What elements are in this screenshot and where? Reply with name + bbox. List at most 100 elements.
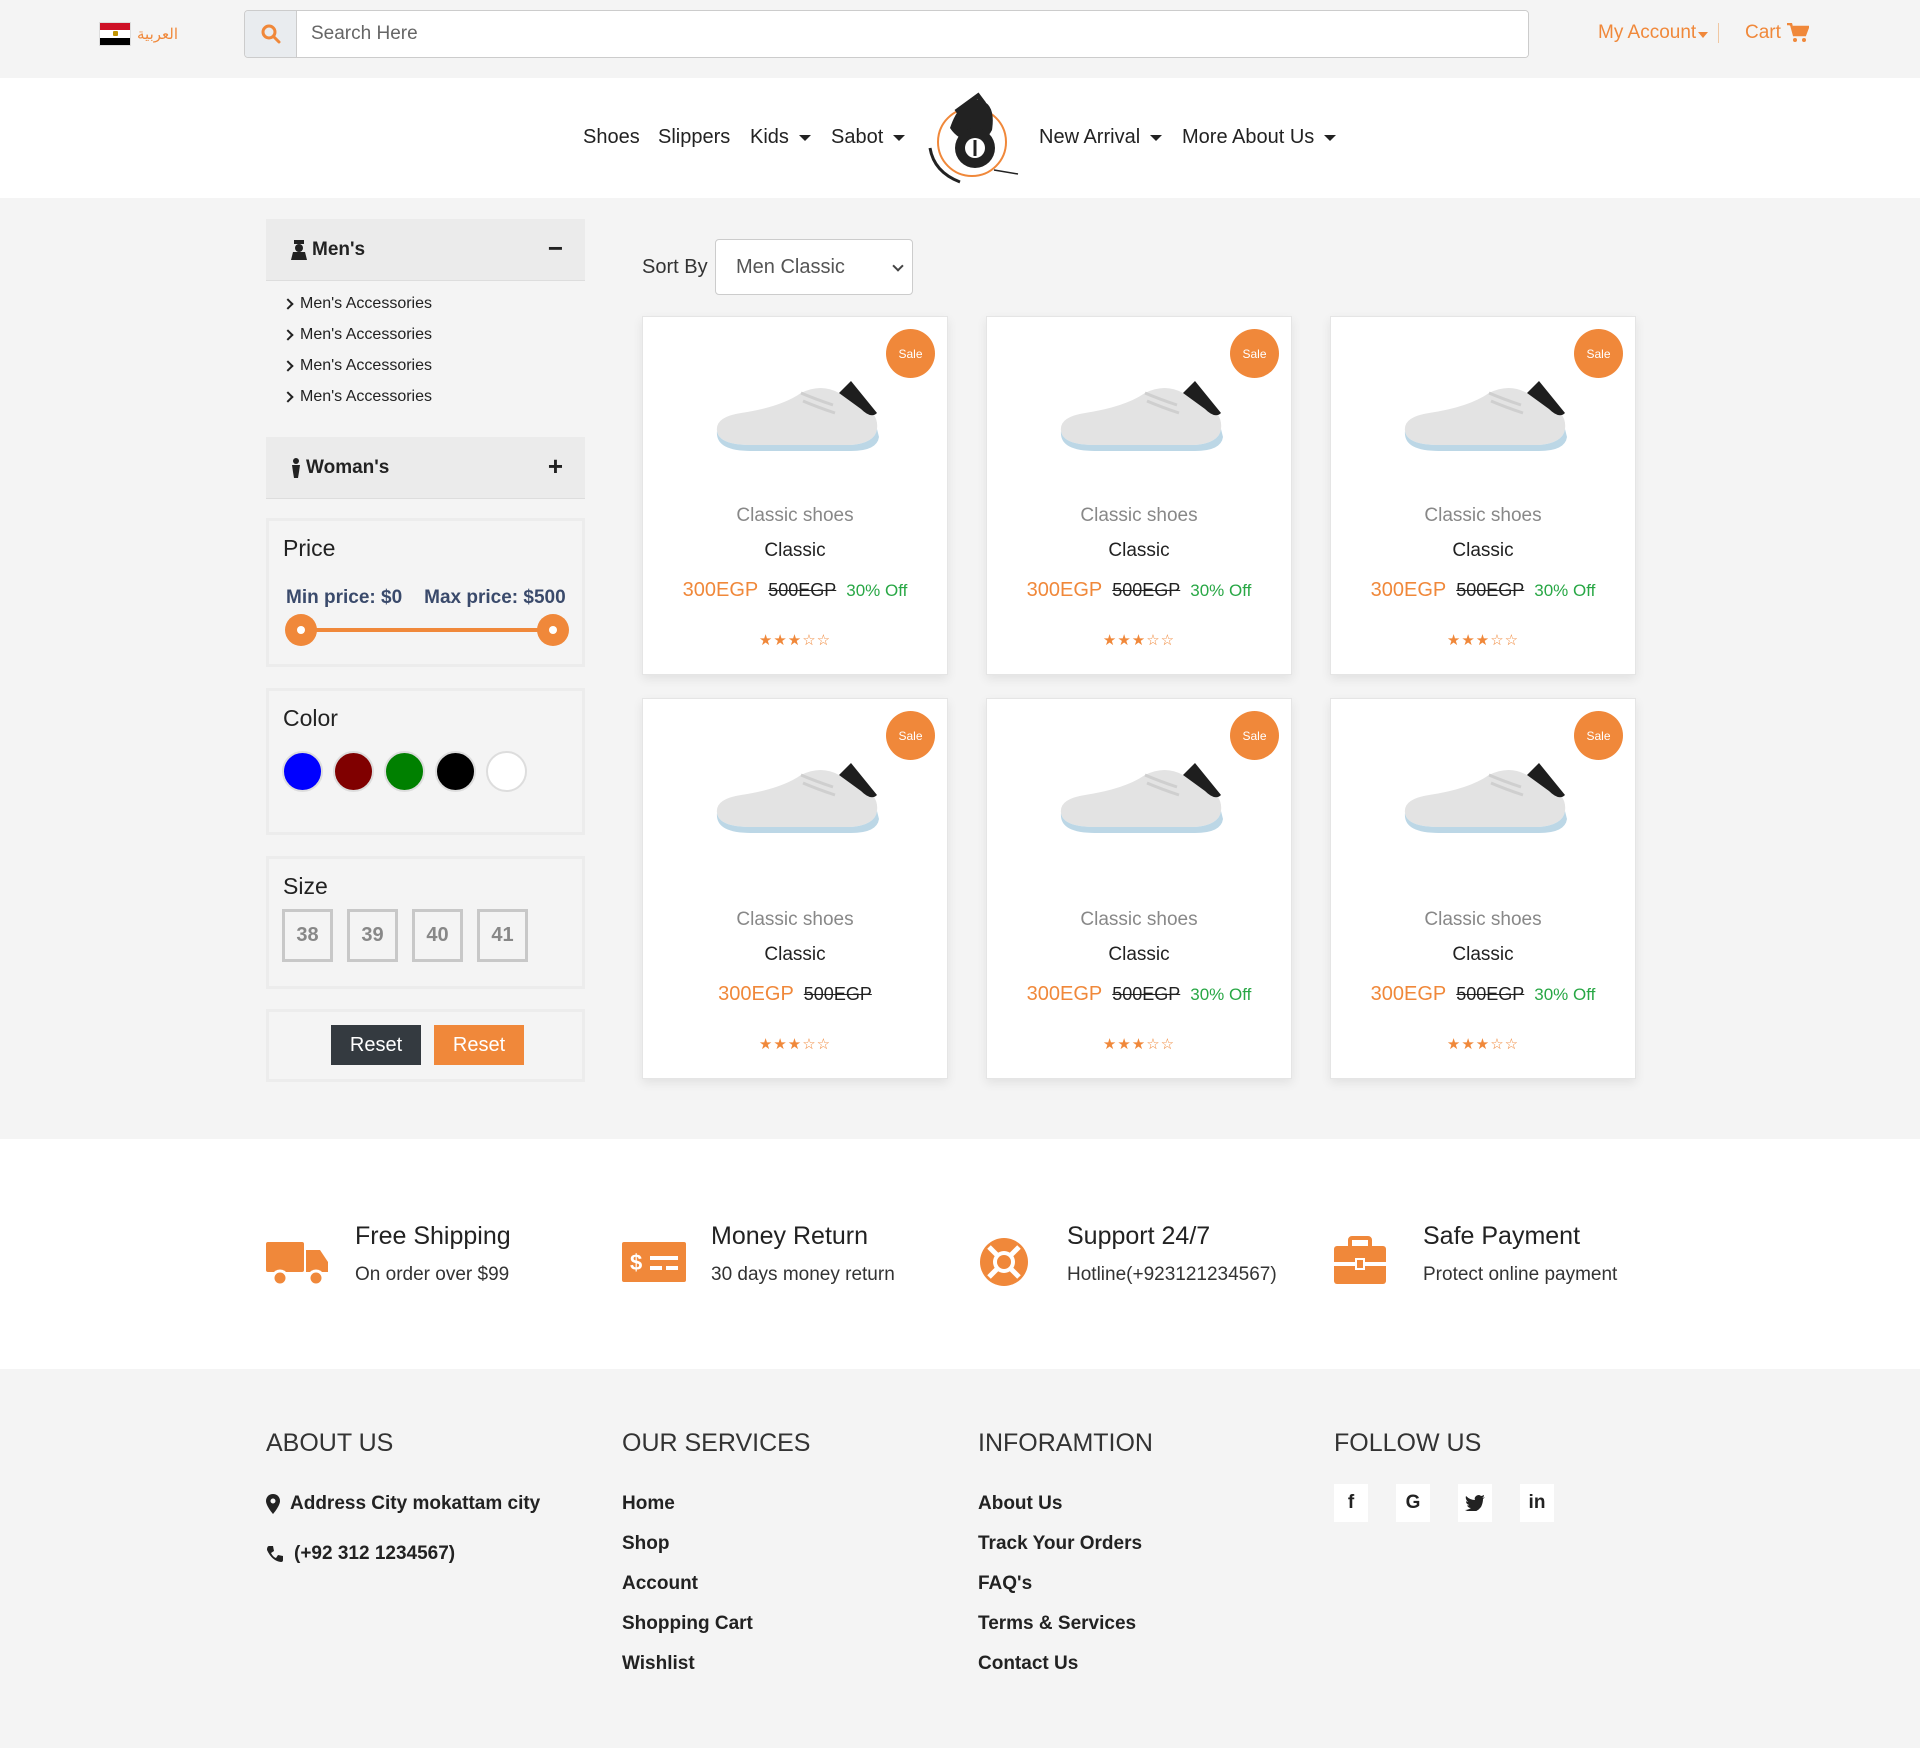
price-slider-track[interactable]: [285, 614, 569, 646]
color-swatch-black[interactable]: [435, 751, 476, 792]
egypt-flag-icon: [99, 22, 131, 46]
my-account-menu[interactable]: My Account: [1598, 22, 1720, 44]
nav-sabot[interactable]: Sabot: [831, 126, 906, 149]
womans-accordion-header[interactable]: Woman's +: [266, 437, 585, 499]
search-button[interactable]: [245, 11, 297, 57]
nav-more-about-us[interactable]: More About Us: [1182, 126, 1337, 149]
product-name[interactable]: Classic shoes: [1331, 505, 1635, 527]
size-option[interactable]: 40: [412, 909, 463, 962]
achilles-logo[interactable]: [920, 90, 1024, 188]
old-price: 500EGP: [1456, 580, 1525, 600]
product-card[interactable]: Sale Classic shoes Classic 300EGP 500EGP 30% …: [642, 316, 948, 675]
language-switch[interactable]: العربية: [99, 22, 178, 46]
money-icon: $: [622, 1242, 686, 1282]
shoe-image[interactable]: [711, 379, 881, 451]
expand-icon[interactable]: +: [548, 453, 563, 479]
footer-link-wishlist[interactable]: Wishlist: [622, 1644, 810, 1684]
my-account-label: My Account: [1598, 22, 1697, 43]
current-price: 300EGP: [1370, 983, 1447, 1005]
color-swatches: [282, 751, 527, 792]
footer-link-shop[interactable]: Shop: [622, 1524, 810, 1564]
nav-kids[interactable]: Kids: [750, 126, 811, 149]
footer-link-shopping-cart[interactable]: Shopping Cart: [622, 1604, 810, 1644]
sort-select[interactable]: Men Classic: [715, 239, 913, 295]
size-option[interactable]: 39: [347, 909, 398, 962]
product-name[interactable]: Classic shoes: [1331, 909, 1635, 931]
feature-title: Free Shipping: [355, 1222, 511, 1250]
nav-slippers[interactable]: Slippers: [658, 126, 730, 149]
max-price-label: Max price: $500: [424, 587, 566, 608]
color-swatch-white[interactable]: [486, 751, 527, 792]
footer-link-about-us[interactable]: About Us: [978, 1484, 1153, 1524]
cart-label: Cart: [1745, 22, 1781, 43]
footer-link-account[interactable]: Account: [622, 1564, 810, 1604]
size-filter: Size 38 39 40 41: [266, 856, 585, 989]
product-price: 300EGP 500EGP 30% Off: [987, 983, 1291, 1006]
reset-orange-button[interactable]: Reset: [434, 1025, 524, 1065]
list-item[interactable]: Men's Accessories: [282, 288, 432, 319]
product-price: 300EGP 500EGP 30% Off: [643, 579, 947, 602]
product-subtitle: Classic: [1108, 944, 1170, 965]
nav-shoes[interactable]: Shoes: [583, 126, 640, 149]
product-name[interactable]: Classic shoes: [987, 909, 1291, 931]
star-rating: ★★★☆☆: [1446, 1036, 1520, 1053]
star-rating: ★★★☆☆: [1446, 632, 1520, 649]
features-strip: Free Shipping On order over $99 $ Money …: [0, 1139, 1920, 1369]
footer-heading: FOLLOW US: [1334, 1429, 1482, 1457]
list-item[interactable]: Men's Accessories: [282, 381, 432, 412]
google-icon[interactable]: G: [1396, 1484, 1430, 1522]
product-card[interactable]: Sale Classic shoes Classic 300EGP 500EGP 30% …: [986, 698, 1292, 1079]
footer-link-home[interactable]: Home: [622, 1484, 810, 1524]
top-bar: العربية My Account Cart: [0, 0, 1920, 78]
footer-link-faqs[interactable]: FAQ's: [978, 1564, 1153, 1604]
old-price: 500EGP: [1112, 984, 1181, 1004]
discount-label: 30% Off: [1190, 985, 1252, 1004]
reset-button[interactable]: Reset: [331, 1025, 421, 1065]
size-option[interactable]: 38: [282, 909, 333, 962]
mens-accordion-header[interactable]: Men's −: [266, 219, 585, 281]
footer-address: Address City mokattam city: [266, 1484, 540, 1524]
footer-link-track-orders[interactable]: Track Your Orders: [978, 1524, 1153, 1564]
shoe-image[interactable]: [1055, 379, 1225, 451]
product-card[interactable]: Sale Classic shoes Classic 300EGP 500EGP ★★★☆…: [642, 698, 948, 1079]
product-card[interactable]: Sale Classic shoes Classic 300EGP 500EGP 30% …: [986, 316, 1292, 675]
footer-information: INFORAMTION About Us Track Your Orders F…: [978, 1429, 1153, 1684]
color-swatch-maroon[interactable]: [333, 751, 374, 792]
product-card[interactable]: Sale Classic shoes Classic 300EGP 500EGP 30% …: [1330, 316, 1636, 675]
footer-link-contact[interactable]: Contact Us: [978, 1644, 1153, 1684]
collapse-icon[interactable]: −: [548, 235, 563, 261]
search-input[interactable]: [297, 11, 1528, 57]
map-marker-icon: [266, 1494, 280, 1514]
shoe-image[interactable]: [711, 761, 881, 833]
footer-link-terms[interactable]: Terms & Services: [978, 1604, 1153, 1644]
product-subtitle: Classic: [1452, 540, 1514, 561]
color-swatch-green[interactable]: [384, 751, 425, 792]
product-name[interactable]: Classic shoes: [643, 505, 947, 527]
shoe-image[interactable]: [1399, 761, 1569, 833]
size-option[interactable]: 41: [477, 909, 528, 962]
twitter-icon[interactable]: [1458, 1484, 1492, 1522]
facebook-icon[interactable]: f: [1334, 1484, 1368, 1522]
linkedin-icon[interactable]: in: [1520, 1484, 1554, 1522]
discount-label: 30% Off: [1190, 581, 1252, 600]
color-swatch-blue[interactable]: [282, 751, 323, 792]
star-rating: ★★★☆☆: [758, 1036, 832, 1053]
list-item[interactable]: Men's Accessories: [282, 319, 432, 350]
price-range-labels: Min price: $0 Max price: $500: [286, 587, 566, 609]
nav-new-arrival[interactable]: New Arrival: [1039, 126, 1163, 149]
feature-subtitle: On order over $99: [355, 1264, 510, 1285]
cart-link[interactable]: Cart: [1745, 22, 1809, 44]
shoe-image[interactable]: [1399, 379, 1569, 451]
list-item[interactable]: Men's Accessories: [282, 350, 432, 381]
max-price-handle[interactable]: [537, 614, 569, 646]
lifebuoy-icon: [980, 1238, 1028, 1286]
shoe-image[interactable]: [1055, 761, 1225, 833]
phone-text: (+92 312 1234567): [294, 1543, 456, 1564]
search-bar: [244, 10, 1529, 58]
product-name[interactable]: Classic shoes: [643, 909, 947, 931]
product-name[interactable]: Classic shoes: [987, 505, 1291, 527]
caret-down-icon: [1698, 32, 1709, 38]
min-price-handle[interactable]: [285, 614, 317, 646]
product-card[interactable]: Sale Classic shoes Classic 300EGP 500EGP 30% …: [1330, 698, 1636, 1079]
phone-icon: [267, 1546, 283, 1562]
